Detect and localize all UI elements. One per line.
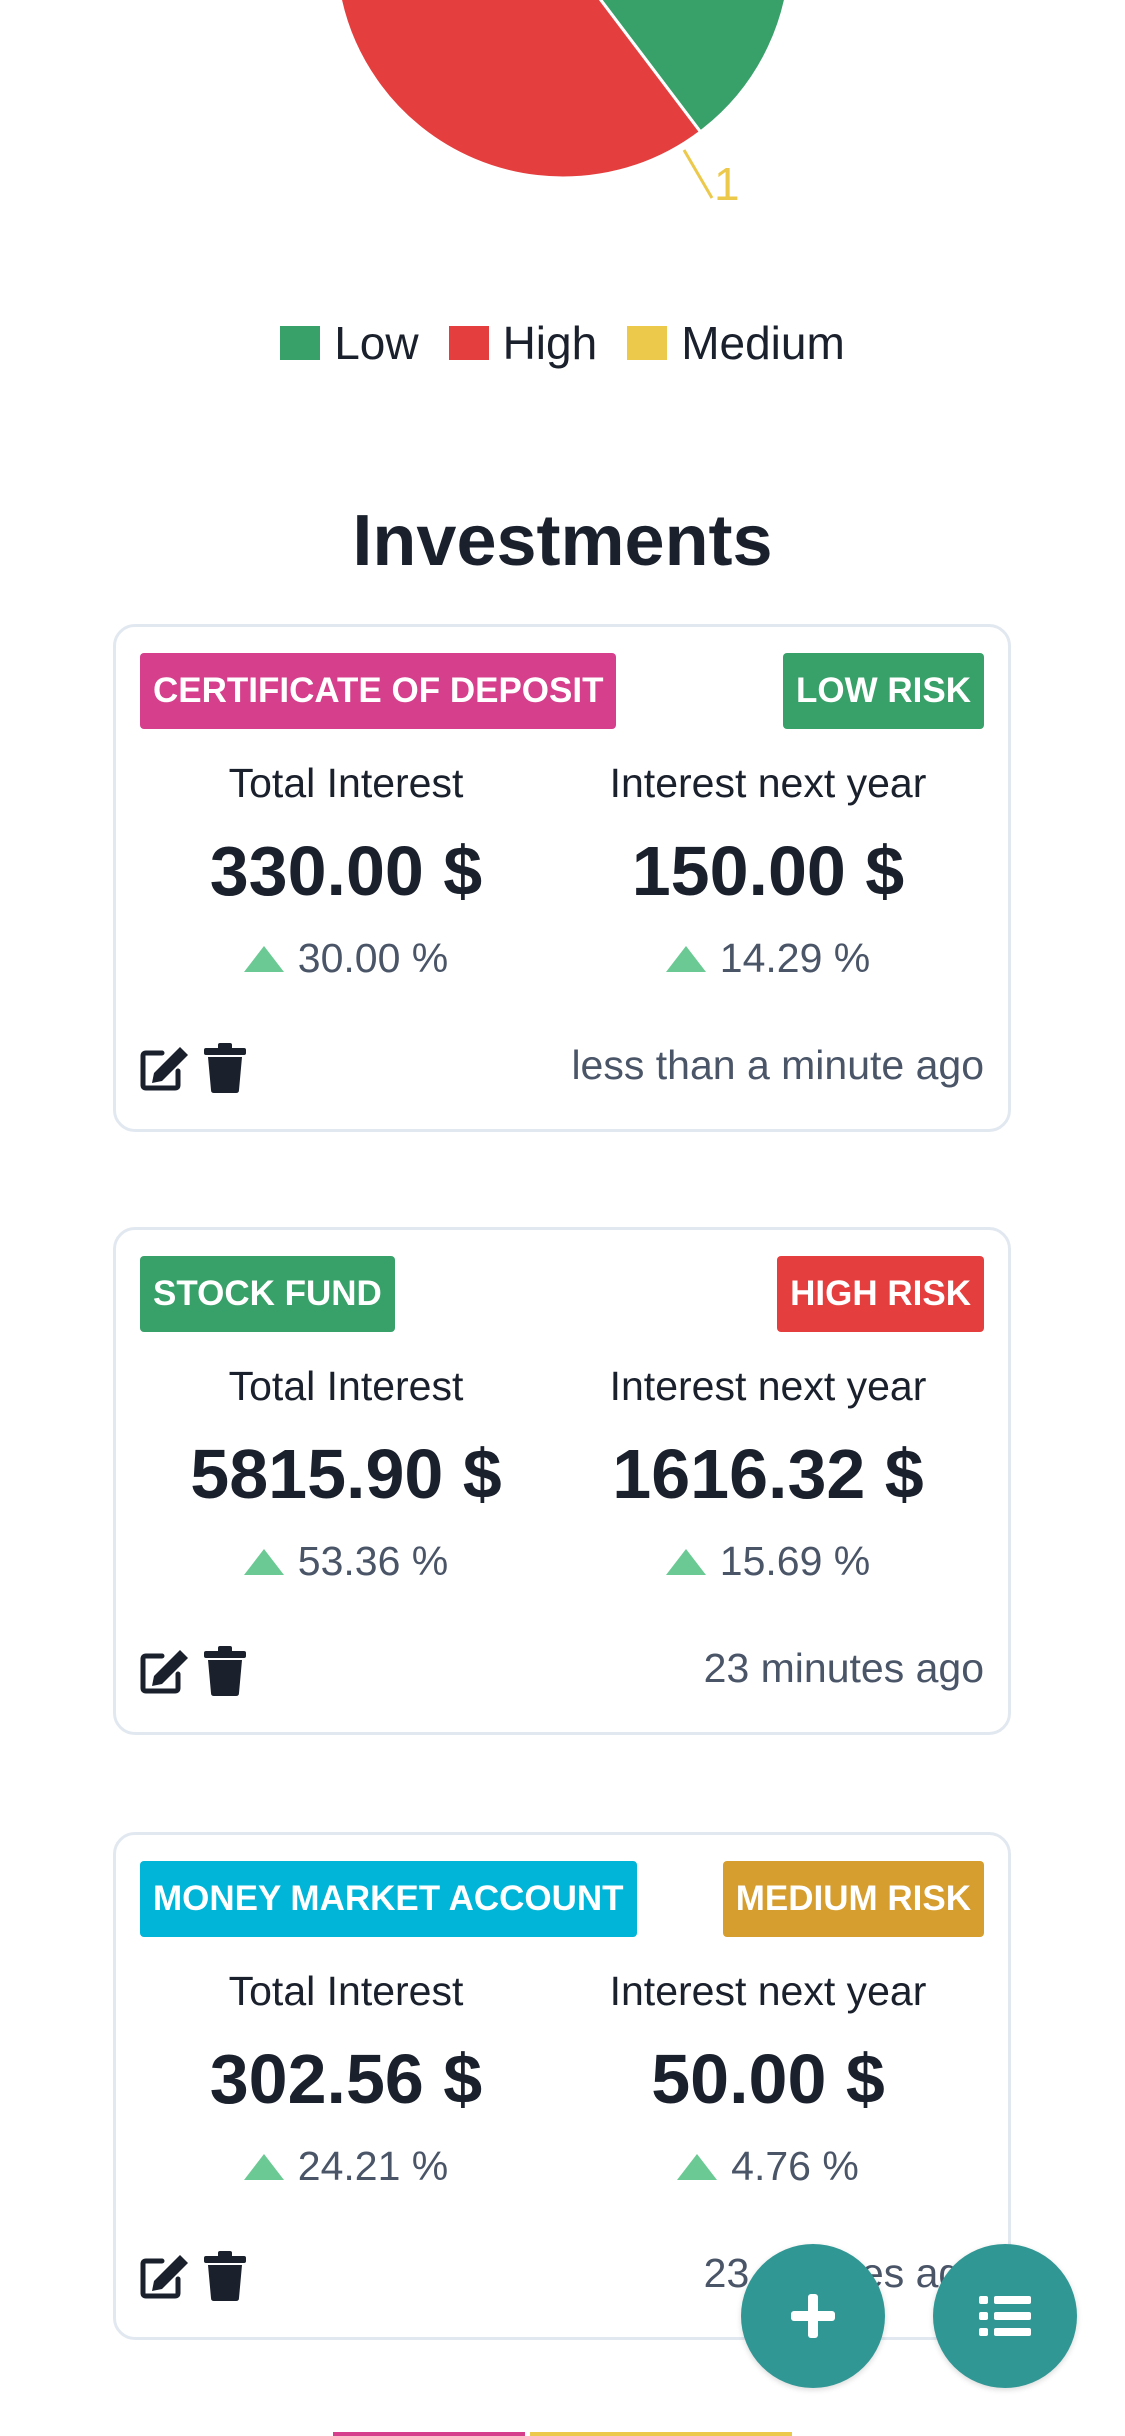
risk-badge: HIGH RISK — [777, 1256, 984, 1332]
pie-label-leader — [682, 149, 714, 199]
next-card-type-badge-peek — [333, 2432, 525, 2436]
arrow-up-icon — [243, 1548, 284, 1575]
plus-icon — [791, 2294, 835, 2338]
edit-icon[interactable] — [140, 1045, 190, 1091]
investment-type-badge: STOCK FUND — [140, 1256, 395, 1332]
change-percent: 15.69 % — [719, 1538, 871, 1584]
change-percent: 14.29 % — [719, 935, 871, 981]
next-year-interest-label: Interest next year — [609, 1968, 927, 2014]
total-interest-change: 53.36 % — [136, 1538, 556, 1585]
next-year-interest-block: Interest next year 50.00 $ 4.76 % — [558, 1965, 978, 2190]
change-percent: 4.76 % — [731, 2143, 859, 2189]
next-year-interest-value: 150.00 $ — [631, 832, 905, 910]
total-interest-block: Total Interest 330.00 $ 30.00 % — [136, 757, 556, 982]
next-year-interest-label: Interest next year — [609, 1363, 927, 1409]
card-actions — [140, 2251, 246, 2301]
total-interest-change: 24.21 % — [136, 2143, 556, 2190]
change-percent: 24.21 % — [297, 2143, 449, 2189]
trash-icon[interactable] — [204, 2251, 246, 2301]
total-interest-label: Total Interest — [228, 760, 464, 806]
next-year-interest-change: 14.29 % — [558, 935, 978, 982]
card-actions — [140, 1646, 246, 1696]
legend-label: High — [502, 317, 598, 369]
arrow-up-icon — [677, 2153, 718, 2180]
arrow-up-icon — [665, 945, 706, 972]
next-year-interest-block: Interest next year 150.00 $ 14.29 % — [558, 757, 978, 982]
legend-label: Medium — [681, 317, 845, 369]
investment-card: MONEY MARKET ACCOUNT MEDIUM RISK Total I… — [113, 1832, 1011, 2340]
legend-swatch-high — [448, 326, 489, 360]
trash-icon[interactable] — [204, 1646, 246, 1696]
next-year-interest-change: 15.69 % — [558, 1538, 978, 1585]
card-actions — [140, 1043, 246, 1093]
next-year-interest-value: 50.00 $ — [651, 2040, 885, 2118]
total-interest-label: Total Interest — [228, 1968, 464, 2014]
list-view-button[interactable] — [933, 2244, 1077, 2388]
legend-swatch-low — [280, 326, 321, 360]
legend-swatch-medium — [627, 326, 668, 360]
total-interest-block: Total Interest 302.56 $ 24.21 % — [136, 1965, 556, 2190]
risk-badge: LOW RISK — [783, 653, 984, 729]
trash-icon[interactable] — [204, 1043, 246, 1093]
arrow-up-icon — [243, 945, 284, 972]
list-icon — [979, 2296, 1031, 2336]
next-year-interest-label: Interest next year — [609, 760, 927, 806]
investment-card: STOCK FUND HIGH RISK Total Interest 5815… — [113, 1227, 1011, 1735]
pie-data-label: 1 — [714, 158, 740, 210]
legend-item-low[interactable]: Low — [280, 316, 419, 370]
next-year-interest-block: Interest next year 1616.32 $ 15.69 % — [558, 1360, 978, 1585]
chart-legend: Low High Medium — [0, 316, 1125, 370]
total-interest-value: 330.00 $ — [209, 832, 483, 910]
legend-item-medium[interactable]: Medium — [627, 316, 845, 370]
add-investment-button[interactable] — [741, 2244, 885, 2388]
investment-type-badge: MONEY MARKET ACCOUNT — [140, 1861, 637, 1937]
total-interest-value: 5815.90 $ — [190, 1435, 502, 1513]
change-percent: 53.36 % — [297, 1538, 449, 1584]
risk-badge: MEDIUM RISK — [722, 1861, 984, 1937]
legend-item-high[interactable]: High — [448, 316, 598, 370]
updated-timestamp: 23 minutes ago — [703, 1645, 984, 1691]
page-title: Investments — [352, 501, 773, 581]
total-interest-value: 302.56 $ — [209, 2040, 483, 2118]
risk-pie-chart: 1 — [339, 0, 787, 210]
total-interest-block: Total Interest 5815.90 $ 53.36 % — [136, 1360, 556, 1585]
arrow-up-icon — [243, 2153, 284, 2180]
total-interest-change: 30.00 % — [136, 935, 556, 982]
investment-card: CERTIFICATE OF DEPOSIT LOW RISK Total In… — [113, 624, 1011, 1132]
total-interest-label: Total Interest — [228, 1363, 464, 1409]
investment-type-badge: CERTIFICATE OF DEPOSIT — [140, 653, 617, 729]
change-percent: 30.00 % — [297, 935, 449, 981]
next-card-risk-badge-peek — [530, 2432, 792, 2436]
next-year-interest-change: 4.76 % — [558, 2143, 978, 2190]
edit-icon[interactable] — [140, 1648, 190, 1694]
edit-icon[interactable] — [140, 2253, 190, 2299]
arrow-up-icon — [665, 1548, 706, 1575]
legend-label: Low — [334, 317, 419, 369]
updated-timestamp: less than a minute ago — [571, 1042, 984, 1088]
next-year-interest-value: 1616.32 $ — [612, 1435, 924, 1513]
